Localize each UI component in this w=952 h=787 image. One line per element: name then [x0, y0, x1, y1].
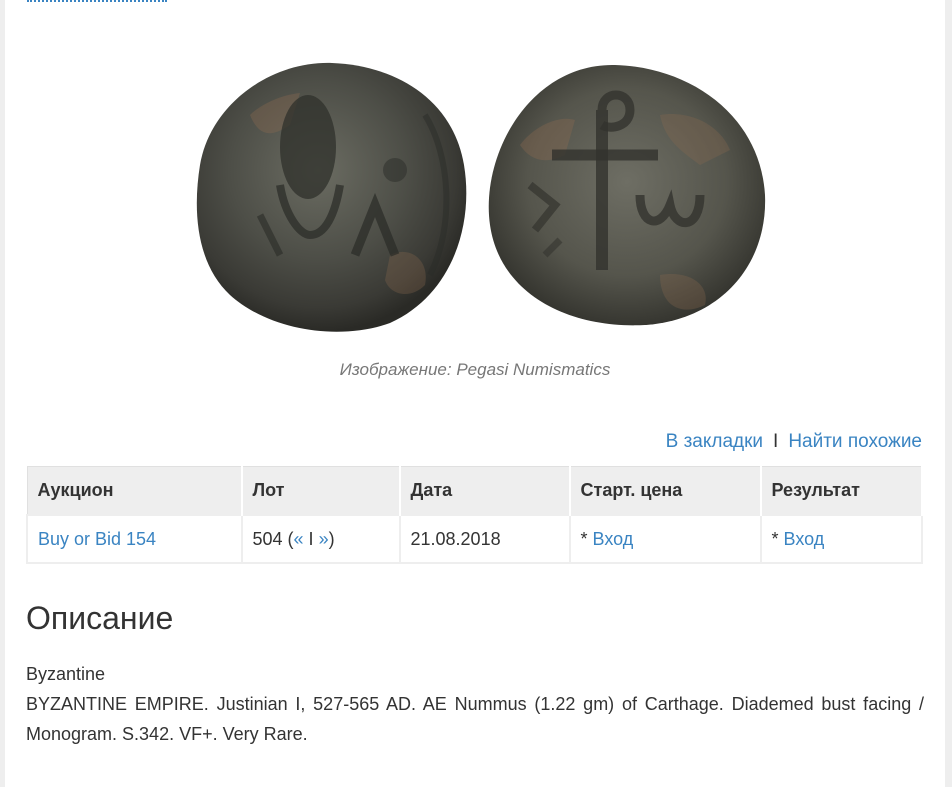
lot-close: ) — [328, 528, 335, 549]
result-login-link[interactable]: Вход — [784, 529, 825, 549]
actions-separator: I — [773, 431, 779, 452]
image-caption: Изображение: Pegasi Numismatics — [5, 360, 945, 380]
bookmark-link[interactable]: В закладки — [666, 431, 763, 453]
coin-image — [196, 62, 766, 332]
lot-actions: В закладки I Найти похожие — [666, 431, 922, 453]
coin-reverse — [488, 64, 766, 326]
start-price-login-link[interactable]: Вход — [593, 529, 634, 549]
description-text: BYZANTINE EMPIRE. Justinian I, 527-565 A… — [26, 694, 924, 744]
description-title: Описание — [26, 600, 174, 636]
top-link-fragment[interactable] — [27, 0, 177, 4]
cell-start-price: * Вход — [568, 514, 762, 564]
header-date: Дата — [399, 466, 571, 516]
description-category: Byzantine — [26, 664, 106, 684]
cell-result: * Вход — [759, 514, 923, 564]
table-header-row: Аукцион Лот Дата Старт. цена Результат — [26, 466, 923, 516]
cell-lot: 504 (« I ») — [240, 514, 401, 564]
header-result: Результат — [760, 466, 923, 516]
coin-obverse — [196, 62, 467, 332]
start-price-prefix: * — [580, 528, 593, 549]
header-lot: Лот — [241, 466, 401, 516]
header-start-price: Старт. цена — [569, 466, 762, 516]
prev-lot-link[interactable]: « — [294, 529, 304, 549]
next-lot-link[interactable]: » — [319, 529, 329, 549]
lot-number: 504 ( — [252, 528, 294, 549]
page: Изображение: Pegasi Numismatics В заклад… — [5, 0, 945, 787]
auction-link[interactable]: Buy or Bid 154 — [38, 529, 156, 549]
find-similar-link[interactable]: Найти похожие — [788, 431, 922, 453]
lot-nav-separator: I — [303, 528, 319, 549]
result-prefix: * — [771, 528, 784, 549]
caption-prefix: Изображение: — [339, 360, 452, 379]
header-auction: Аукцион — [26, 466, 243, 516]
caption-source: Pegasi Numismatics — [456, 360, 611, 379]
cell-auction: Buy or Bid 154 — [26, 514, 243, 564]
description-body: Byzantine BYZANTINE EMPIRE. Justinian I,… — [26, 659, 924, 749]
lot-table: Аукцион Лот Дата Старт. цена Результат B… — [26, 466, 923, 564]
table-row: Buy or Bid 154 504 (« I ») 21.08.2018 * … — [26, 514, 923, 564]
cell-date: 21.08.2018 — [398, 514, 571, 564]
